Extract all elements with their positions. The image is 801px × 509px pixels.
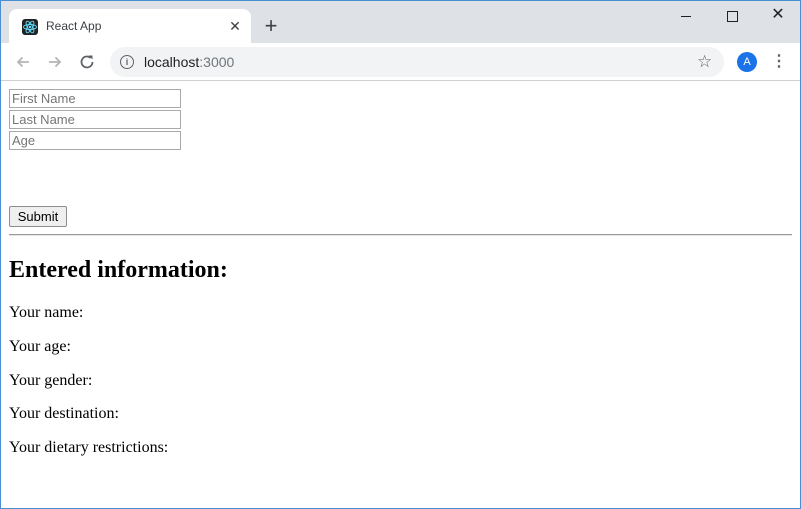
your-dietary-restrictions-line: Your dietary restrictions:	[9, 439, 169, 456]
page-content: First Name Last Name Age Submit Entered …	[1, 81, 800, 508]
tab-react-app[interactable]: React App ✕	[9, 9, 251, 43]
tab-close-icon[interactable]: ✕	[227, 18, 243, 34]
browser-toolbar: i localhost:3000 ☆ A ⋮	[1, 43, 800, 81]
star-icon[interactable]: ☆	[697, 52, 712, 72]
kebab-menu-icon[interactable]: ⋮	[769, 52, 789, 72]
react-favicon-icon	[22, 19, 38, 35]
your-destination-line: Your destination:	[9, 405, 119, 422]
submit-button[interactable]: Submit	[9, 206, 67, 227]
maximize-button[interactable]	[709, 1, 755, 31]
minimize-button[interactable]	[663, 1, 709, 31]
close-icon: ✕	[771, 6, 785, 23]
tab-title: React App	[46, 19, 102, 33]
url-text[interactable]: localhost:3000	[144, 54, 234, 70]
your-gender-line: Your gender:	[9, 372, 93, 389]
your-name-line: Your name:	[9, 304, 84, 321]
close-window-button[interactable]: ✕	[755, 1, 800, 31]
minimize-icon	[681, 16, 691, 17]
url-host: localhost	[144, 54, 200, 70]
last-name-input[interactable]: Last Name	[9, 110, 181, 129]
horizontal-rule	[9, 234, 792, 236]
forward-arrow-icon[interactable]	[44, 51, 66, 73]
first-name-input[interactable]: First Name	[9, 89, 181, 108]
address-bar[interactable]: i localhost:3000 ☆	[110, 47, 724, 77]
back-arrow-icon[interactable]	[12, 51, 34, 73]
url-port: :3000	[199, 54, 235, 70]
maximize-icon	[727, 11, 738, 22]
profile-avatar[interactable]: A	[737, 52, 757, 72]
results-heading: Entered information:	[9, 257, 228, 283]
browser-window: React App ✕ + ✕ i localhost:3000 ☆ A ⋮ F…	[0, 0, 801, 509]
reload-icon[interactable]	[76, 51, 98, 73]
new-tab-button[interactable]: +	[260, 15, 282, 37]
tab-strip: React App ✕ + ✕	[1, 1, 800, 43]
your-age-line: Your age:	[9, 338, 71, 355]
info-icon[interactable]: i	[120, 55, 134, 69]
age-input[interactable]: Age	[9, 131, 181, 150]
